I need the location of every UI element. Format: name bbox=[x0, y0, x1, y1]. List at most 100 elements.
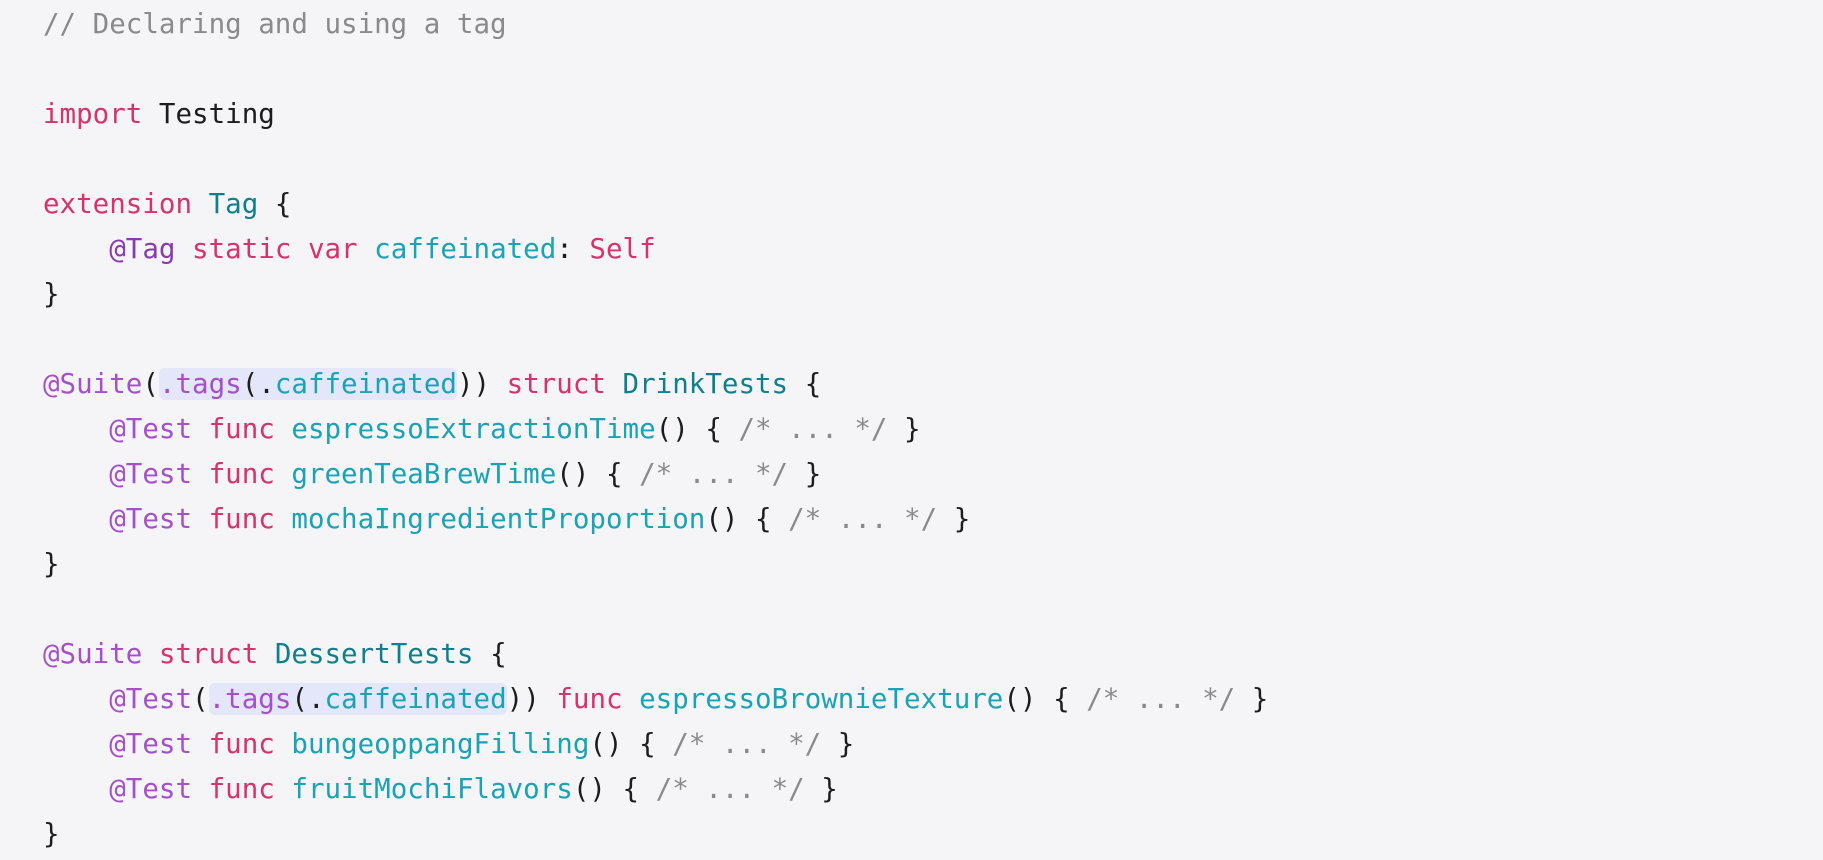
tag-type-name: Tag bbox=[208, 188, 259, 220]
close-brace: } bbox=[43, 278, 60, 310]
func-name: mochaIngredientProportion bbox=[291, 503, 706, 535]
body-open: { bbox=[605, 458, 623, 490]
close-paren: ) bbox=[523, 683, 540, 715]
caffeinated-property: caffeinated bbox=[374, 233, 557, 265]
test-attribute: @Test bbox=[109, 503, 193, 535]
colon: : bbox=[556, 233, 573, 265]
import-module: Testing bbox=[158, 98, 275, 130]
inner-open-paren: ( bbox=[291, 683, 308, 715]
import-keyword: import bbox=[43, 98, 143, 130]
open-brace: { bbox=[804, 368, 822, 400]
close-paren: ) bbox=[473, 368, 491, 400]
comment-text: // Declaring and using a tag bbox=[43, 8, 507, 40]
code-line-tag-decl: @Tag static var caffeinated: Self bbox=[43, 227, 1268, 272]
open-brace: { bbox=[274, 188, 292, 220]
dot: . bbox=[307, 683, 325, 715]
struct-keyword: struct bbox=[158, 638, 259, 670]
open-brace: { bbox=[490, 638, 507, 670]
call-parens: () bbox=[589, 728, 623, 760]
code-line-import: import Testing bbox=[43, 92, 1268, 137]
drink-tests-name: DrinkTests bbox=[622, 368, 789, 400]
test-attribute: @Test bbox=[109, 773, 193, 805]
body-close: } bbox=[953, 503, 971, 535]
code-line-extension: extension Tag { bbox=[43, 182, 1268, 227]
body-close: } bbox=[904, 413, 921, 445]
func-keyword: func bbox=[208, 503, 275, 535]
body-close: } bbox=[1251, 683, 1269, 715]
body-comment: /* ... */ bbox=[639, 458, 789, 490]
caffeinated-tag-ref: caffeinated bbox=[274, 368, 457, 400]
func-keyword: func bbox=[208, 728, 275, 760]
func-keyword: func bbox=[208, 773, 275, 805]
close-brace: } bbox=[43, 818, 60, 850]
func-name: greenTeaBrewTime bbox=[291, 458, 557, 490]
body-comment: /* ... */ bbox=[788, 503, 938, 535]
caffeinated-tag-ref: caffeinated bbox=[324, 683, 507, 715]
close-brace: } bbox=[43, 548, 60, 580]
suite-attribute: @Suite bbox=[43, 368, 143, 400]
func-keyword: func bbox=[208, 413, 275, 445]
call-parens: () bbox=[705, 503, 739, 535]
code-line-drink-suite: @Suite(.tags(.caffeinated)) struct Drink… bbox=[43, 362, 1268, 407]
code-line-test-func: @Test func espressoExtractionTime() { /*… bbox=[43, 407, 1268, 452]
func-name: espressoExtractionTime bbox=[291, 413, 656, 445]
test-attribute: @Test bbox=[109, 458, 193, 490]
var-keyword: var bbox=[307, 233, 358, 265]
body-open: { bbox=[622, 773, 640, 805]
code-line-dessert-suite: @Suite struct DessertTests { bbox=[43, 632, 1268, 677]
body-close: } bbox=[837, 728, 855, 760]
code-line-test-func: @Test func bungeoppangFilling() { /* ...… bbox=[43, 722, 1268, 767]
open-paren: ( bbox=[142, 368, 159, 400]
extension-keyword: extension bbox=[43, 188, 193, 220]
body-close: } bbox=[804, 458, 822, 490]
open-paren: ( bbox=[192, 683, 209, 715]
body-open: { bbox=[705, 413, 722, 445]
suite-attribute: @Suite bbox=[43, 638, 143, 670]
body-comment: /* ... */ bbox=[672, 728, 822, 760]
inner-close-paren: ) bbox=[456, 368, 474, 400]
tags-highlight: .tags(.caffeinated bbox=[208, 683, 507, 715]
test-attribute: @Test bbox=[109, 413, 193, 445]
body-open: { bbox=[639, 728, 656, 760]
body-close: } bbox=[821, 773, 838, 805]
struct-keyword: struct bbox=[506, 368, 606, 400]
tags-call: .tags bbox=[208, 683, 292, 715]
dessert-tests-name: DessertTests bbox=[274, 638, 474, 670]
code-line-close: } bbox=[43, 812, 1268, 857]
code-line-close: } bbox=[43, 272, 1268, 317]
call-parens: () bbox=[655, 413, 689, 445]
tags-highlight: .tags(.caffeinated bbox=[158, 368, 457, 400]
test-attribute: @Test bbox=[109, 728, 193, 760]
code-line-close: } bbox=[43, 542, 1268, 587]
code-line-test-func: @Test func mochaIngredientProportion() {… bbox=[43, 497, 1268, 542]
call-parens: () bbox=[556, 458, 590, 490]
code-line-test-func-tagged: @Test(.tags(.caffeinated)) func espresso… bbox=[43, 677, 1268, 722]
self-type: Self bbox=[589, 233, 656, 265]
code-line-comment: // Declaring and using a tag bbox=[43, 2, 1268, 47]
func-name: bungeoppangFilling bbox=[291, 728, 590, 760]
func-name: fruitMochiFlavors bbox=[291, 773, 573, 805]
tag-attribute: @Tag bbox=[109, 233, 176, 265]
code-block: // Declaring and using a tag import Testi… bbox=[43, 2, 1268, 857]
body-comment: /* ... */ bbox=[655, 773, 805, 805]
body-open: { bbox=[1053, 683, 1070, 715]
static-keyword: static bbox=[192, 233, 292, 265]
inner-open-paren: ( bbox=[241, 368, 259, 400]
body-comment: /* ... */ bbox=[1086, 683, 1236, 715]
func-keyword: func bbox=[556, 683, 623, 715]
code-line-test-func: @Test func fruitMochiFlavors() { /* ... … bbox=[43, 767, 1268, 812]
call-parens: () bbox=[572, 773, 606, 805]
body-open: { bbox=[755, 503, 772, 535]
inner-close-paren: ) bbox=[506, 683, 524, 715]
body-comment: /* ... */ bbox=[738, 413, 888, 445]
func-keyword: func bbox=[208, 458, 275, 490]
tags-call: .tags bbox=[158, 368, 242, 400]
code-line-test-func: @Test func greenTeaBrewTime() { /* ... *… bbox=[43, 452, 1268, 497]
test-attribute: @Test bbox=[109, 683, 193, 715]
call-parens: () bbox=[1003, 683, 1037, 715]
dot: . bbox=[258, 368, 275, 400]
func-name: espressoBrownieTexture bbox=[639, 683, 1004, 715]
